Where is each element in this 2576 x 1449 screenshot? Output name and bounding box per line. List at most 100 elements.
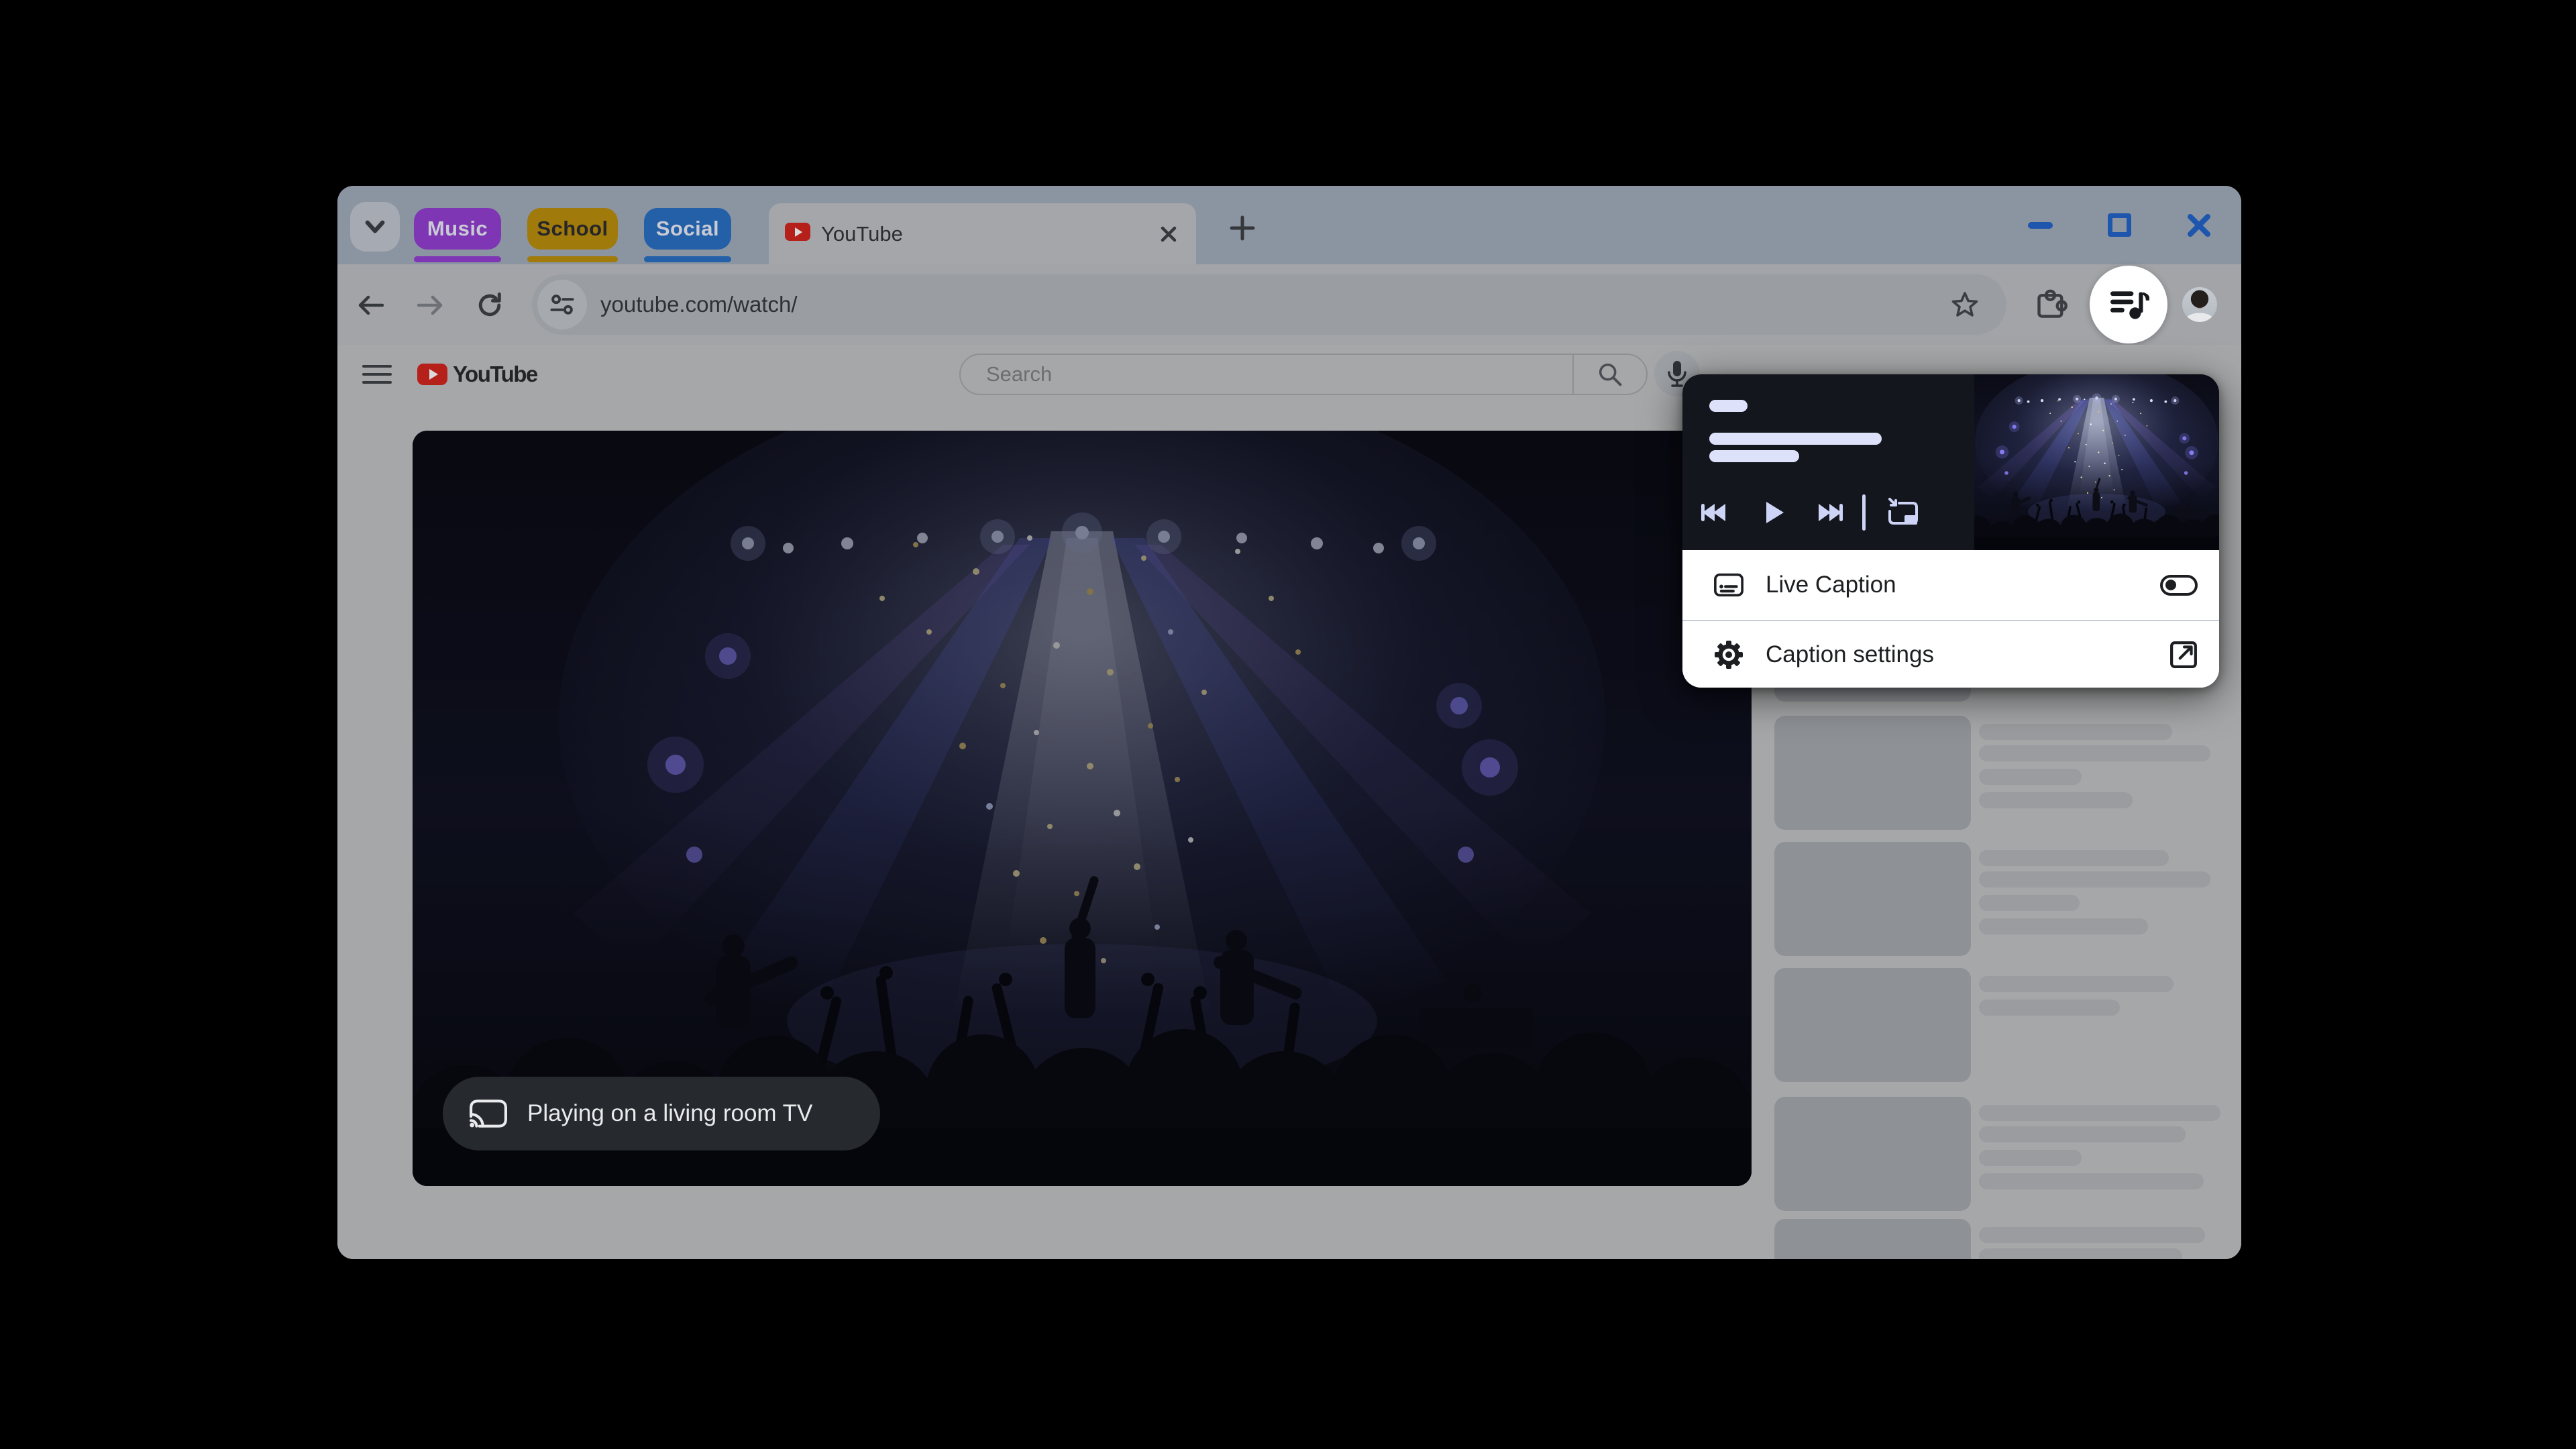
tab-group-underline-school	[527, 256, 618, 262]
media-controls-button[interactable]	[2090, 266, 2167, 343]
maximize-button[interactable]	[2108, 213, 2131, 237]
media-controls-popup: Live Caption Caption settings	[1682, 374, 2219, 688]
text-line-placeholder	[1979, 850, 2169, 866]
video-dim-overlay	[413, 431, 1752, 1186]
suggested-video-item[interactable]	[1774, 1097, 2241, 1211]
tab-title: YouTube	[821, 221, 903, 246]
suggested-video-item[interactable]	[1774, 1219, 2241, 1259]
media-playlist-music-icon	[2110, 291, 2149, 319]
play-icon	[1766, 502, 1784, 523]
close-window-button[interactable]	[2186, 213, 2212, 238]
tab-group-chip-social[interactable]: Social	[644, 208, 731, 250]
reload-button[interactable]	[466, 281, 514, 329]
live-caption-row[interactable]: Live Caption	[1682, 550, 2219, 620]
url-text: youtube.com/watch/	[600, 292, 798, 317]
next-track-button[interactable]	[1802, 487, 1857, 538]
cast-status-text: Playing on a living room TV	[527, 1100, 813, 1126]
picture-in-picture-icon	[1888, 498, 1918, 525]
youtube-wordmark: YouTube	[453, 362, 538, 386]
tab-group-label: School	[537, 217, 608, 240]
text-line-placeholder	[1979, 918, 2148, 934]
concert-artwork-image	[1974, 374, 2219, 550]
desktop-background: Music School Social YouTube youtube.com/…	[0, 0, 2576, 1449]
back-button[interactable]	[347, 281, 395, 329]
video-thumbnail-placeholder	[1774, 1097, 1971, 1211]
gear-icon	[1713, 639, 1744, 670]
live-caption-toggle[interactable]	[2160, 574, 2198, 596]
text-line-placeholder	[1979, 1227, 2205, 1243]
extensions-button[interactable]	[2027, 280, 2075, 329]
browser-window: Music School Social YouTube youtube.com/…	[337, 186, 2241, 1259]
youtube-play-icon	[417, 364, 447, 385]
media-text-placeholder	[1709, 450, 1799, 462]
tab-group-label: Music	[427, 217, 488, 240]
youtube-favicon-icon	[785, 223, 810, 241]
search-icon	[1599, 363, 1622, 386]
suggested-video-item[interactable]	[1774, 968, 2241, 1082]
text-line-placeholder	[1979, 1000, 2120, 1016]
site-info-button[interactable]	[537, 280, 587, 329]
video-thumbnail-placeholder	[1774, 1219, 1971, 1259]
video-thumbnail-placeholder	[1774, 716, 1971, 830]
text-line-placeholder	[1979, 1105, 2220, 1121]
suggested-video-item[interactable]	[1774, 842, 2241, 956]
live-caption-label: Live Caption	[1766, 572, 1896, 598]
close-icon	[1161, 226, 1177, 242]
menu-icon	[362, 365, 392, 368]
tab-group-underline-social	[644, 256, 731, 262]
text-line-placeholder	[1979, 745, 2210, 761]
tab-group-label: Social	[655, 217, 720, 240]
media-playback-controls	[1682, 487, 1974, 538]
suggested-video-item[interactable]	[1774, 716, 2241, 830]
address-bar[interactable]: youtube.com/watch/	[532, 274, 2006, 335]
text-line-placeholder	[1979, 1150, 2082, 1166]
text-line-placeholder	[1979, 1173, 2204, 1189]
text-line-placeholder	[1979, 769, 2082, 785]
search-bar[interactable]: Search	[959, 354, 1648, 395]
video-thumbnail-placeholder	[1774, 842, 1971, 956]
site-settings-icon	[550, 294, 574, 315]
caption-settings-label: Caption settings	[1766, 641, 1934, 667]
plus-icon	[1230, 215, 1255, 241]
tab-group-chip-music[interactable]: Music	[414, 208, 501, 250]
text-line-placeholder	[1979, 976, 2174, 992]
new-tab-button[interactable]	[1227, 213, 1258, 244]
search-button[interactable]	[1572, 355, 1646, 394]
minimize-button[interactable]	[2028, 221, 2053, 229]
text-line-placeholder	[1979, 1126, 2186, 1142]
profile-avatar[interactable]	[2182, 287, 2217, 322]
chevron-down-icon	[365, 220, 385, 233]
tab-strip: Music School Social YouTube	[337, 186, 2241, 264]
video-player[interactable]: Playing on a living room TV	[413, 431, 1752, 1186]
bookmark-button[interactable]	[1941, 280, 1989, 329]
tab-group-underline-music	[414, 256, 501, 262]
search-input[interactable]: Search	[961, 362, 1572, 386]
play-button[interactable]	[1747, 487, 1802, 538]
menu-button[interactable]	[362, 360, 392, 389]
caption-settings-row[interactable]: Caption settings	[1682, 621, 2219, 688]
text-line-placeholder	[1979, 792, 2133, 808]
cast-status-pill: Playing on a living room TV	[443, 1077, 880, 1150]
tab-youtube[interactable]: YouTube	[769, 203, 1196, 264]
controls-divider	[1862, 494, 1866, 531]
tab-group-chip-school[interactable]: School	[527, 208, 618, 250]
media-text-placeholder	[1709, 400, 1748, 412]
text-line-placeholder	[1979, 895, 2080, 911]
media-text-placeholder	[1709, 433, 1882, 445]
live-caption-icon	[1713, 572, 1744, 598]
picture-in-picture-button[interactable]	[1875, 487, 1930, 538]
star-icon	[1951, 292, 1978, 317]
media-session-panel	[1682, 374, 2219, 550]
open-in-new-icon	[2170, 641, 2197, 668]
previous-track-button[interactable]	[1682, 487, 1747, 538]
text-line-placeholder	[1979, 1248, 2182, 1259]
tab-close-button[interactable]	[1157, 222, 1181, 246]
extensions-puzzle-icon	[2037, 289, 2068, 318]
window-controls	[2028, 186, 2212, 264]
forward-button[interactable]	[406, 281, 454, 329]
previous-track-icon	[1701, 504, 1725, 521]
text-line-placeholder	[1979, 871, 2210, 888]
browser-toolbar: youtube.com/watch/	[337, 264, 2241, 345]
tab-search-button[interactable]	[350, 202, 400, 252]
youtube-logo[interactable]: YouTube	[417, 354, 538, 394]
